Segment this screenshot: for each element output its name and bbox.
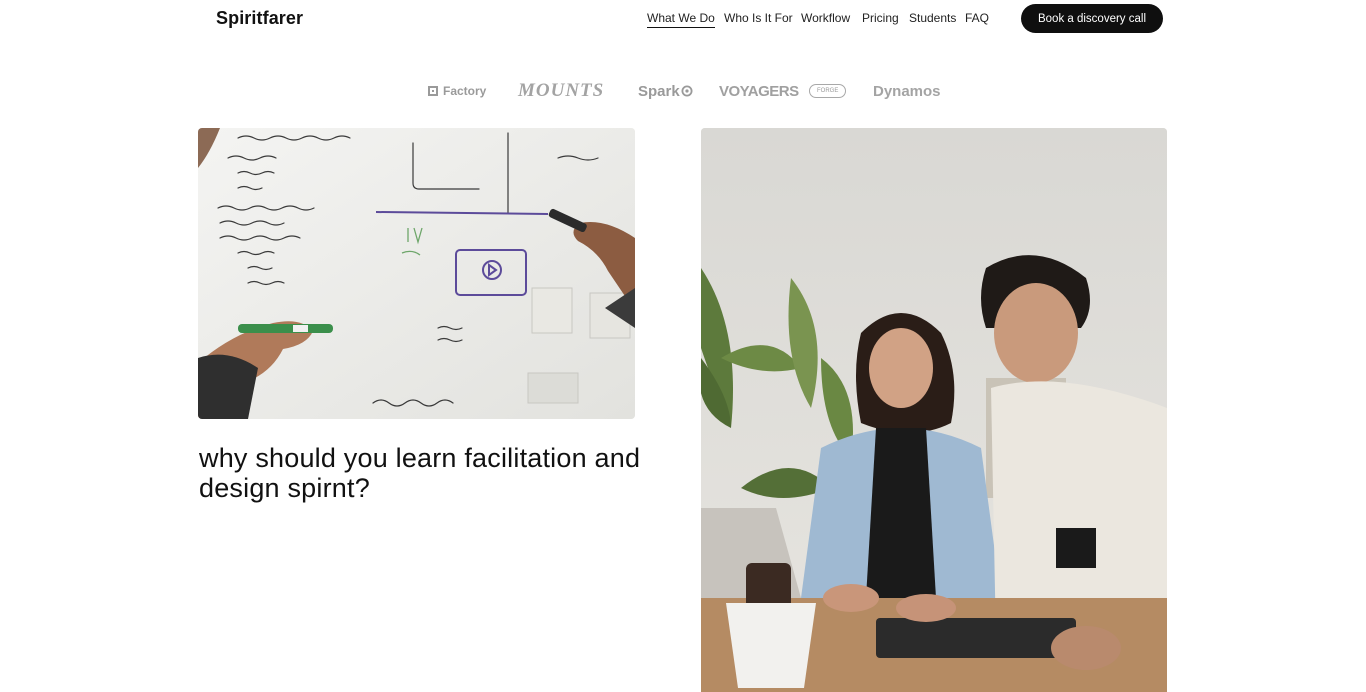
logo-mounts-text: MOUNTS [518,80,605,101]
nav-pricing[interactable]: Pricing [862,11,899,25]
nav-faq[interactable]: FAQ [965,11,989,25]
logo-dynamos: Dynamos [873,78,941,104]
nav-what-we-do[interactable]: What We Do [647,11,715,28]
book-discovery-call-button[interactable]: Book a discovery call [1021,4,1163,33]
nav-workflow[interactable]: Workflow [801,11,850,25]
logo-spark: Spark [638,78,693,104]
logo-mounts: MOUNTS [518,78,604,104]
spark-icon [681,85,693,97]
client-logos: Factory MOUNTS Spark VOYAGERS FORGE Dyna… [0,78,1366,106]
nav-students[interactable]: Students [909,11,956,25]
factory-icon [428,86,438,96]
site-header: Spiritfarer What We Do Who Is It For Wor… [0,0,1366,38]
section-heading: why should you learn facilitation and de… [199,443,641,503]
whiteboard-illustration [198,128,635,419]
logo-voyagers-text: VOYAGERS [719,82,799,100]
logo-voyagers: VOYAGERS [719,78,799,104]
logo-forge: FORGE [809,84,847,98]
team-photo [701,128,1167,692]
logo-dynamos-text: Dynamos [873,82,941,100]
logo-spark-text: Spark [638,82,680,100]
brand-logo[interactable]: Spiritfarer [216,8,303,29]
logo-factory-text: Factory [443,84,487,98]
nav-who-is-it-for[interactable]: Who Is It For [724,11,793,25]
whiteboard-photo [198,128,635,419]
logo-forge-text: FORGE [817,88,839,94]
team-illustration [701,128,1167,692]
logo-factory: Factory [428,78,486,104]
